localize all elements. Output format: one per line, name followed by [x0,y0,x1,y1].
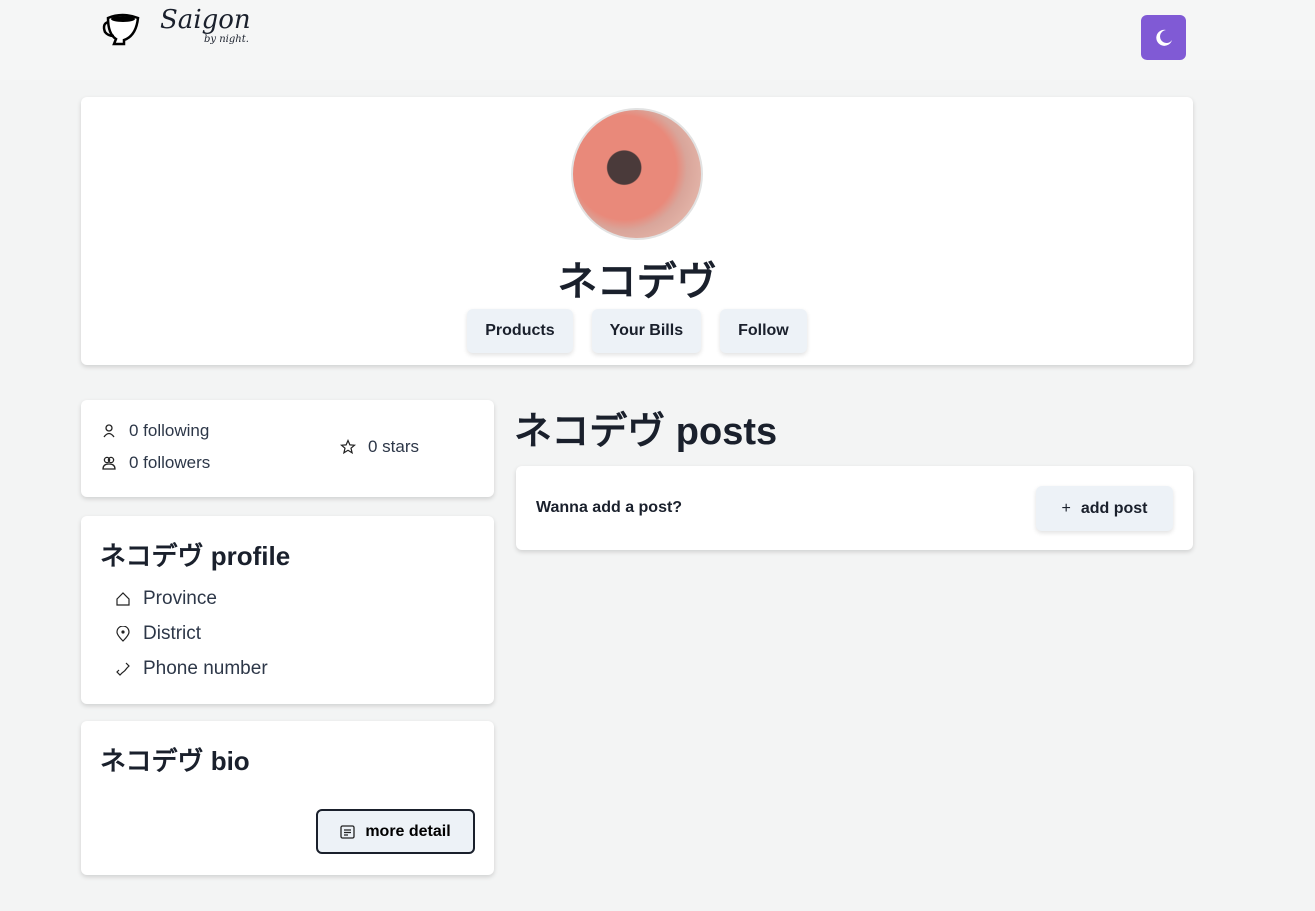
followers-count: 0 followers [129,453,211,472]
your-bills-button[interactable]: Your Bills [591,309,702,353]
following-stat[interactable]: 0 following [101,421,209,441]
province-item: Province [115,588,217,610]
stars-stat: 0 stars [340,437,419,457]
profile-info-card: ネコデヴ profile Province District Phone num… [81,516,494,704]
bio-card: ネコデヴ bio more detail [81,721,494,875]
home-icon [116,592,130,606]
user-icon [103,424,115,438]
phone-icon [116,662,130,676]
province-label: Province [143,588,217,609]
more-detail-label: more detail [365,822,451,840]
map-pin-icon [116,626,130,642]
logo[interactable]: Saigon by night. [100,6,251,46]
phone-label: Phone number [143,658,268,679]
add-post-button[interactable]: + add post [1036,486,1173,531]
profile-header-card: ネコデヴ Products Your Bills Follow [81,97,1193,365]
profile-name: ネコデヴ [557,260,717,304]
add-post-prompt: Wanna add a post? [536,499,683,516]
add-post-card: Wanna add a post? + add post [516,466,1193,550]
following-count: 0 following [129,421,210,440]
phone-item: Phone number [115,658,268,680]
add-post-label: add post [1080,499,1148,517]
stats-card: 0 following 0 followers 0 stars [81,400,494,497]
follow-button[interactable]: Follow [720,309,807,353]
avatar [571,108,703,240]
district-label: District [143,623,202,644]
document-icon [340,824,355,839]
theme-toggle-button[interactable] [1141,15,1186,60]
profile-card-title: ネコデヴ profile [100,541,291,571]
products-button[interactable]: Products [467,309,573,353]
top-nav: Saigon by night. [0,0,1315,80]
moon-icon [1155,29,1172,46]
star-icon [340,439,356,455]
stars-count: 0 stars [368,437,420,456]
coffee-cup-icon [102,13,140,46]
posts-title: ネコデヴ posts [514,411,778,453]
users-icon [102,456,116,470]
district-item: District [115,623,201,645]
plus-icon: + [1061,499,1071,517]
bio-card-title: ネコデヴ bio [100,746,250,776]
logo-text: Saigon [160,5,251,35]
more-detail-button[interactable]: more detail [316,809,475,854]
logo-subtext: by night. [204,34,249,45]
followers-stat[interactable]: 0 followers [101,453,210,473]
